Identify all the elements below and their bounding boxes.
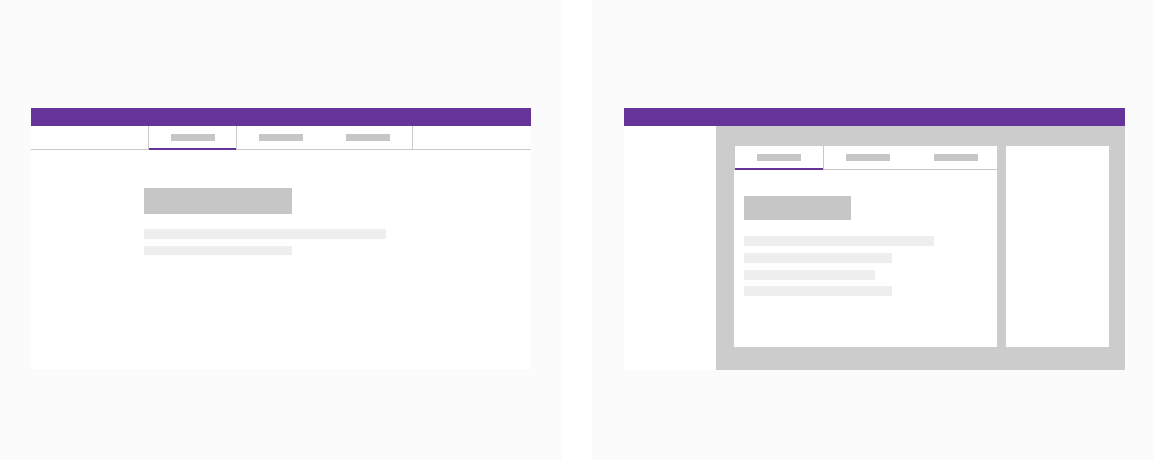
workspace-area xyxy=(716,126,1125,370)
main-content-card xyxy=(734,146,997,347)
sidebar-placeholder xyxy=(624,126,716,370)
tab-strip xyxy=(734,146,997,170)
top-app-bar xyxy=(624,108,1125,126)
tab-1[interactable] xyxy=(149,126,238,150)
panel-divider xyxy=(562,0,592,460)
tab-1[interactable] xyxy=(734,146,824,170)
centered-tabs-mockup xyxy=(31,108,531,369)
tab-label-placeholder xyxy=(258,134,303,141)
tab-strip xyxy=(31,126,531,150)
tab-label-placeholder xyxy=(346,134,391,141)
tab-label-placeholder xyxy=(170,134,215,141)
text-line-placeholder xyxy=(744,286,892,296)
headline-placeholder xyxy=(744,196,851,220)
tab-3[interactable] xyxy=(325,126,412,149)
layout-comparison-canvas xyxy=(0,0,1154,460)
tab-2[interactable] xyxy=(824,146,912,169)
text-line-placeholder xyxy=(744,270,875,280)
sidebar-workspace-mockup xyxy=(624,108,1125,370)
tab-label-placeholder xyxy=(846,154,890,161)
tab-group xyxy=(148,126,413,150)
tab-label-placeholder xyxy=(934,154,978,161)
tab-2[interactable] xyxy=(237,126,324,149)
text-line-placeholder xyxy=(144,229,386,239)
top-app-bar xyxy=(31,108,531,126)
headline-placeholder xyxy=(144,188,292,214)
right-layout-panel xyxy=(592,0,1154,460)
text-line-placeholder xyxy=(744,236,934,246)
side-panel-card xyxy=(1006,146,1109,347)
tab-label-placeholder xyxy=(757,154,801,161)
text-line-placeholder xyxy=(144,246,292,255)
text-line-placeholder xyxy=(744,253,892,263)
tab-3[interactable] xyxy=(912,146,1000,169)
left-layout-panel xyxy=(0,0,562,460)
